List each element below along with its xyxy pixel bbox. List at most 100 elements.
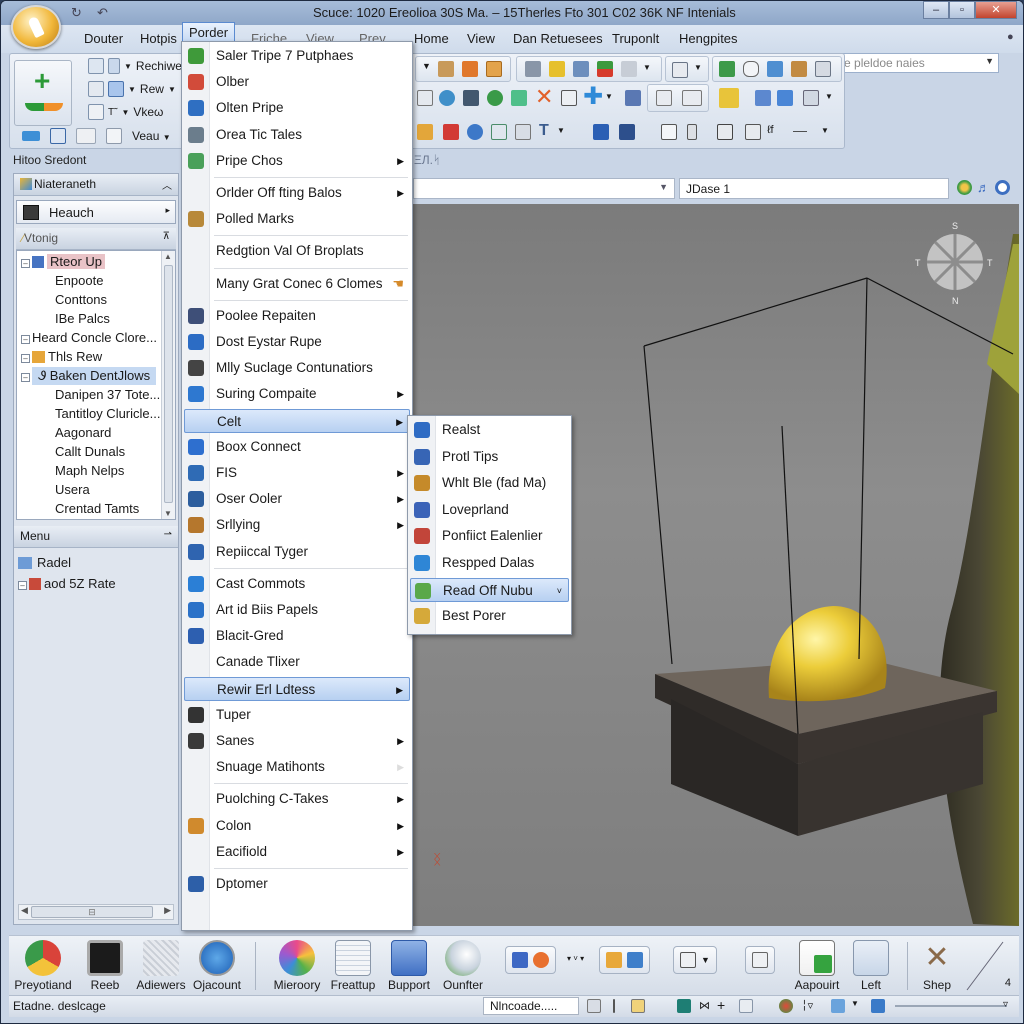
scroll-thumb[interactable]: ⊟ [31, 906, 153, 918]
ribbon-item-veau[interactable]: Veau ▼ [132, 129, 171, 143]
menu-item-blacit-gred[interactable]: Blacit-Gred [184, 624, 410, 648]
menu-item-oser-ooler[interactable]: Oser Ooler ▶ [184, 487, 410, 511]
scroll-thumb[interactable] [164, 265, 173, 503]
server-icon[interactable] [745, 124, 761, 140]
monitor-icon[interactable] [672, 62, 688, 78]
network-icon[interactable] [803, 90, 819, 106]
menu-item-art-id-biis-papels[interactable]: Art id Biis Papels [184, 598, 410, 622]
usb-icon[interactable] [687, 124, 697, 140]
ribbon-item-rew[interactable]: ▼ Rew ▼ [88, 81, 176, 97]
menu-panel-item[interactable]: Radel [18, 552, 174, 573]
tree-node[interactable]: Usera [55, 481, 90, 499]
tree-node[interactable]: IBe Palcs [55, 310, 110, 328]
table-blue-icon[interactable] [593, 124, 609, 140]
menu-item-respped-dalas[interactable]: Respped Dalas [410, 551, 569, 575]
menu-item-ponfiict-ealenlier[interactable]: Ponfiict Ealenlier [410, 524, 569, 548]
app-menu-orb[interactable] [11, 5, 61, 49]
maximize-button[interactable]: ▫ [949, 1, 975, 19]
layout-split-icon[interactable] [76, 128, 96, 144]
chart-icon[interactable] [739, 999, 753, 1013]
resize-corner-icon[interactable] [965, 940, 1005, 992]
tab-douter[interactable]: Douter [84, 31, 123, 46]
collapse-icon[interactable]: ︿ [162, 177, 172, 192]
pdf-icon[interactable] [443, 124, 459, 140]
taskbar-app-ounfter[interactable]: Ounfter [433, 940, 493, 992]
menu-item-protl-tips[interactable]: Protl Tips [410, 445, 569, 469]
menu-item-poolee-repaiten[interactable]: Poolee Repaiten [184, 304, 410, 328]
search-dropdown-arrow-icon[interactable]: ▼ [985, 56, 994, 66]
scroll-left-icon[interactable]: ◀ [21, 905, 28, 916]
wrench-icon[interactable] [791, 61, 807, 77]
menu-panel-item[interactable]: – aod 5Z Rate [18, 573, 174, 594]
users-icon[interactable] [487, 90, 503, 106]
menu-item-snuage-matihonts[interactable]: Snuage Matihonts ▶ [184, 755, 410, 779]
display-icon[interactable] [463, 90, 479, 106]
add-blue-icon[interactable]: ✚ [583, 82, 603, 111]
text-box-icon[interactable] [631, 999, 645, 1013]
brush-icon[interactable] [438, 61, 454, 77]
expander-icon[interactable]: – [21, 373, 30, 382]
light-marker-icon[interactable]: ᛝ [433, 851, 441, 867]
mark-icon[interactable]: ⋈ [699, 999, 713, 1013]
minimize-button[interactable]: – [923, 1, 949, 19]
chart-line-icon[interactable] [682, 90, 702, 106]
menu-item-orlder-off-fting-balos[interactable]: Orlder Off fting Balos ▶ [184, 181, 410, 205]
tab-view-2[interactable]: View [467, 31, 495, 46]
menu-item-loveprland[interactable]: Loveprland [410, 498, 569, 522]
computer-icon[interactable] [717, 124, 733, 140]
menu-item-dptomer[interactable]: Dptomer [184, 872, 410, 896]
taskbar-app-shep[interactable]: ✕ Shep [909, 940, 965, 992]
menu-item-pripe-chos[interactable]: Pripe Chos ▶ [184, 149, 410, 173]
chart-area-icon[interactable] [719, 61, 735, 77]
expander-icon[interactable]: – [21, 259, 30, 268]
briefcase-icon[interactable] [511, 90, 527, 106]
taskbar-button-4[interactable] [745, 946, 775, 974]
menu-item-redgtion-val-of-broplats[interactable]: Redgtion Val Of Broplats [184, 239, 410, 263]
book-icon[interactable] [677, 999, 691, 1013]
filter-icon[interactable] [491, 124, 507, 140]
taskbar-app-bupport[interactable]: Bupport [379, 940, 439, 992]
window-edit-icon[interactable] [625, 90, 641, 106]
chevron-down-icon[interactable]: ▾ ˅ ▾ [567, 954, 584, 963]
presentation-icon[interactable] [661, 124, 677, 140]
line-icon[interactable]: — [793, 122, 807, 138]
close-button[interactable]: ✕ [975, 1, 1017, 19]
zoom-slider-handle[interactable]: ▿ [1003, 999, 1017, 1013]
reload-icon[interactable] [995, 180, 1010, 195]
menu-panel-header[interactable]: Menu ⇀ [14, 526, 178, 548]
quick-access-refresh-icon[interactable]: ↻ [71, 5, 82, 21]
menu-item-canade-tlixer[interactable]: Canade Tlixer [184, 650, 410, 674]
refresh-icon[interactable] [467, 124, 483, 140]
tree-node[interactable]: Aagonard [55, 424, 111, 442]
tree-node[interactable]: Tantitloy Cluricle... [55, 405, 160, 423]
help-icon[interactable]: ● [1007, 31, 1014, 43]
pin-icon[interactable]: ⇀ [164, 529, 172, 540]
bag-icon[interactable] [743, 61, 759, 77]
scene-name-field[interactable]: JDase 1 [679, 178, 949, 199]
menu-item-realst[interactable]: Realst [410, 418, 569, 442]
taskbar-app-aapouirt[interactable]: Aapouirt [787, 940, 847, 992]
tree-node[interactable]: Conttons [55, 291, 107, 309]
menu-item-repiiccal-tyger[interactable]: Repiiccal Tyger [184, 540, 410, 564]
map-icon[interactable] [831, 999, 845, 1013]
sync-icon[interactable] [777, 90, 793, 106]
pencil-icon[interactable] [417, 124, 433, 140]
add-button[interactable]: + [14, 60, 72, 126]
ribbon-item-vkew[interactable]: T˜ ▼ Vkeω [88, 104, 163, 120]
menu-item-sanes[interactable]: Sanes ▶ [184, 729, 410, 753]
recycle-bin-icon[interactable] [871, 999, 885, 1013]
menu-item-read-off-nubu[interactable]: Read Off Nubu ˅ [410, 577, 569, 602]
globe-icon[interactable] [439, 90, 455, 106]
form-icon[interactable] [621, 61, 637, 77]
chevron-down-icon[interactable]: ▼ [557, 126, 565, 135]
tab-truponlt[interactable]: Truponlt [612, 31, 659, 46]
render-icon[interactable] [957, 180, 972, 195]
window-icon[interactable] [106, 128, 122, 144]
menu-item-suring-compaite[interactable]: Suring Compaite ▶ [184, 382, 410, 406]
frame-icon[interactable] [656, 90, 672, 106]
menu-item-dost-eystar-rupe[interactable]: Dost Eystar Rupe [184, 330, 410, 354]
view-selector[interactable]: ▼ [413, 178, 675, 199]
folder-doc-icon[interactable] [719, 88, 739, 108]
tree-node[interactable]: – Heard Concle Clore... [21, 329, 157, 347]
tree-node[interactable]: Crentad Tamts [55, 500, 139, 518]
